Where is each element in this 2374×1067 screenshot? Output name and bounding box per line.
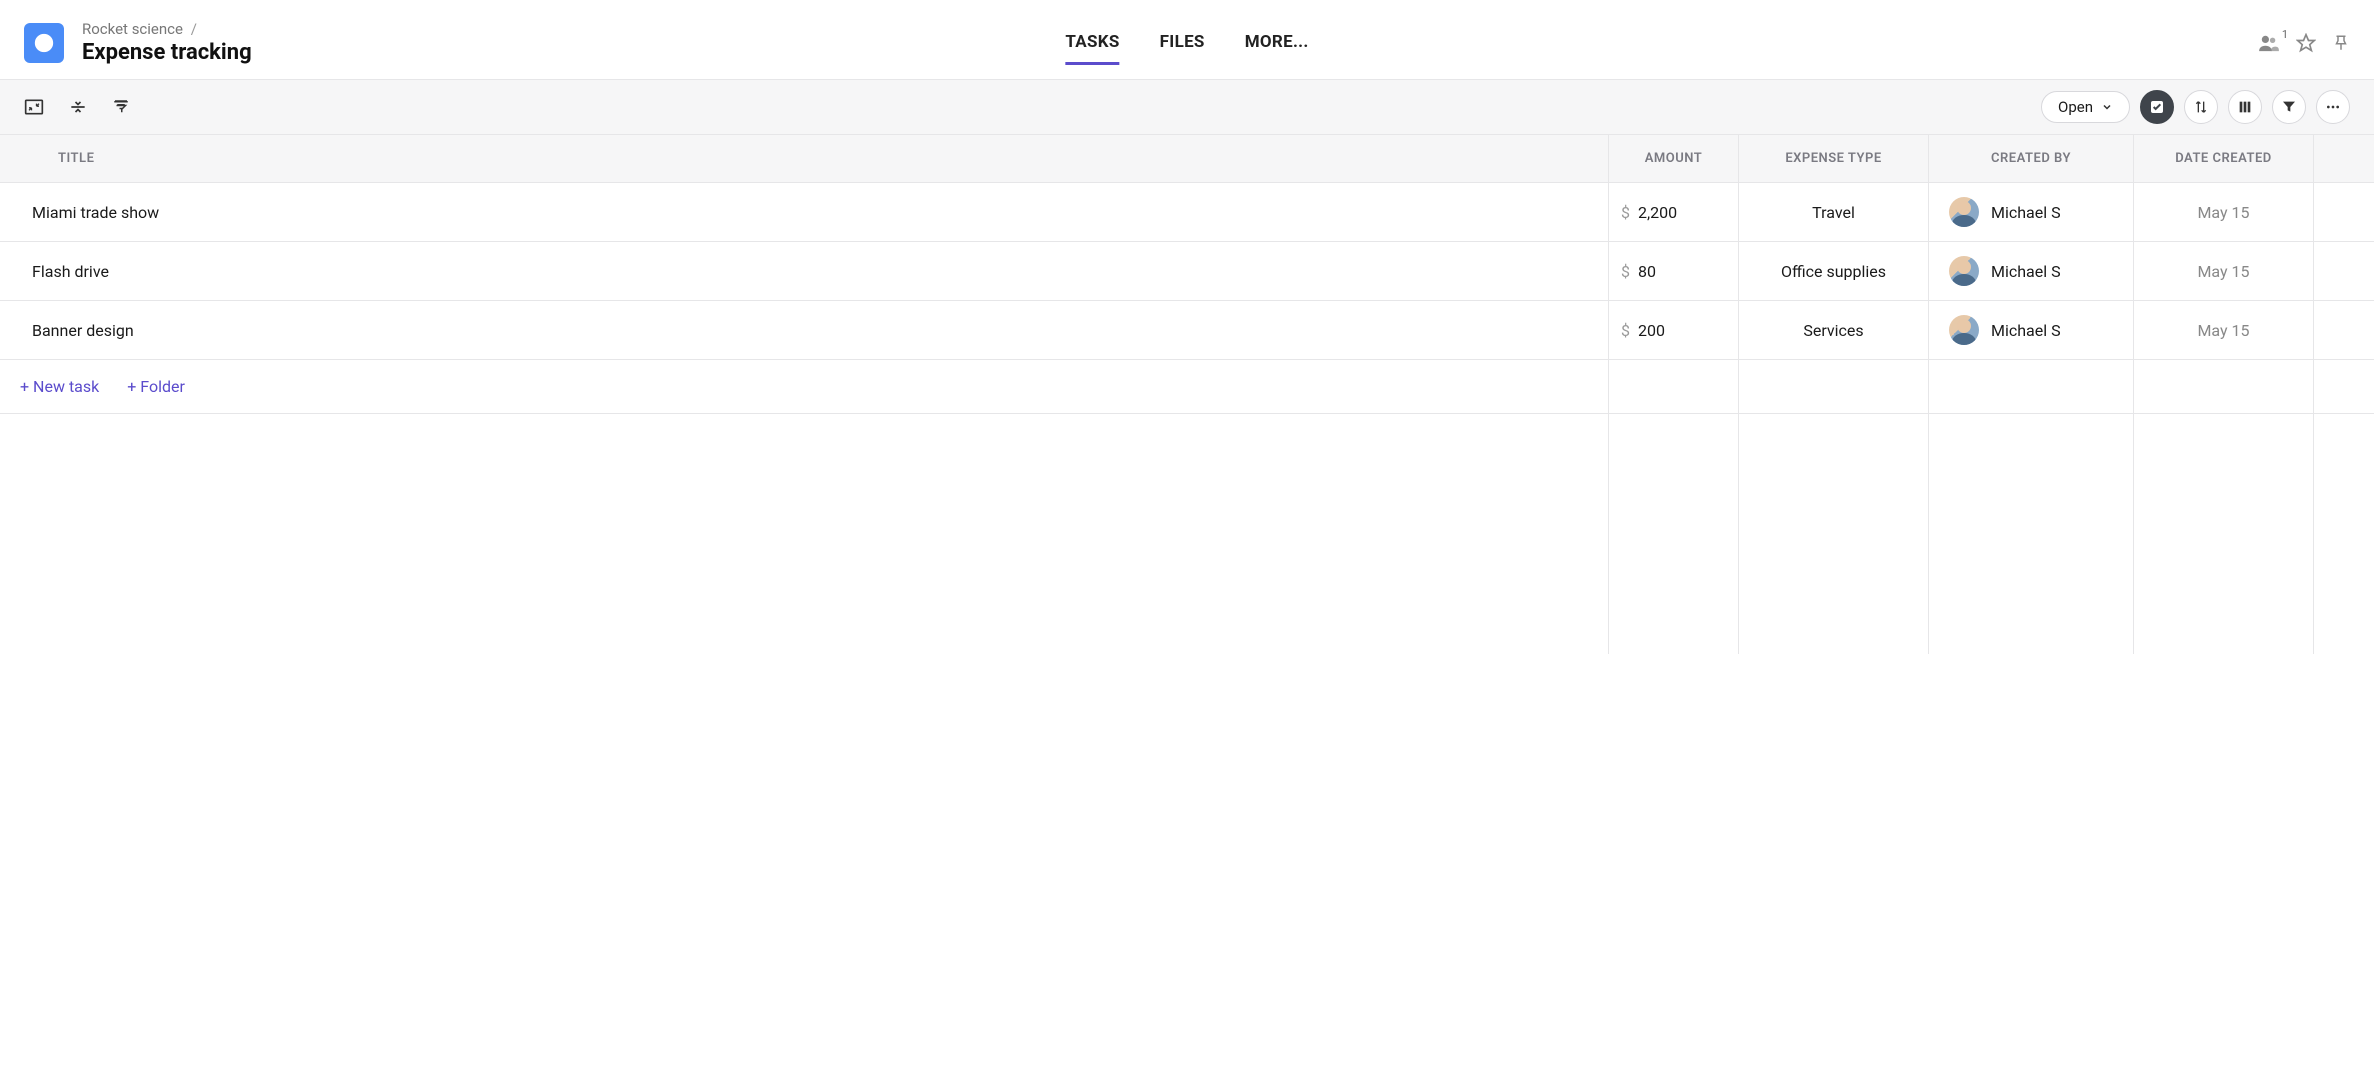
creator-name: Michael S (1991, 262, 2061, 281)
avatar (1949, 256, 1979, 286)
cell-created-by[interactable]: Michael S (1929, 301, 2134, 359)
breadcrumb-separator: / (191, 20, 197, 38)
col-amount[interactable]: AMOUNT (1609, 135, 1739, 182)
checkbox-toggle-icon[interactable] (2140, 90, 2174, 124)
tab-more[interactable]: MORE... (1245, 32, 1309, 65)
people-count: 1 (2282, 28, 2288, 41)
header: $ Rocket science / Expense tracking TASK… (0, 0, 2374, 79)
col-spacer (2314, 135, 2374, 182)
cell-expense-type[interactable]: Office supplies (1739, 242, 1929, 300)
share-people-icon[interactable]: 1 (2258, 34, 2280, 52)
dollar-icon: $ (33, 32, 55, 54)
page-title: Expense tracking (82, 40, 252, 65)
col-expense-type[interactable]: EXPENSE TYPE (1739, 135, 1929, 182)
table-row[interactable]: Flash drive $80 Office supplies Michael … (0, 242, 2374, 301)
add-spacer (2134, 360, 2314, 413)
add-spacer (1739, 360, 1929, 413)
currency-symbol: $ (1621, 262, 1630, 281)
cell-spacer (2314, 242, 2374, 300)
cell-amount[interactable]: $200 (1609, 301, 1739, 359)
cell-spacer (2314, 301, 2374, 359)
more-icon[interactable] (2316, 90, 2350, 124)
table-header: TITLE AMOUNT EXPENSE TYPE CREATED BY DAT… (0, 135, 2374, 183)
col-date-created[interactable]: DATE CREATED (2134, 135, 2314, 182)
tab-files[interactable]: FILES (1160, 32, 1205, 65)
col-created-by[interactable]: CREATED BY (1929, 135, 2134, 182)
avatar (1949, 197, 1979, 227)
star-icon[interactable] (2296, 33, 2316, 53)
cell-title[interactable]: Miami trade show (0, 183, 1609, 241)
cell-spacer (2314, 183, 2374, 241)
add-spacer (2314, 360, 2374, 413)
amount-value: 80 (1638, 262, 1656, 281)
cell-date-created: May 15 (2134, 183, 2314, 241)
table-row[interactable]: Miami trade show $2,200 Travel Michael S… (0, 183, 2374, 242)
people-icon (2258, 34, 2280, 52)
collapse-rows-icon[interactable] (68, 98, 88, 116)
status-filter-label: Open (2058, 98, 2093, 116)
new-task-button[interactable]: + New task (20, 377, 99, 396)
dollar-folder-icon: $ (24, 23, 64, 63)
cell-date-created: May 15 (2134, 242, 2314, 300)
nav-tabs: TASKS FILES MORE... (1065, 32, 1308, 65)
chevron-down-icon (2101, 101, 2113, 113)
currency-symbol: $ (1621, 203, 1630, 222)
toolbar-right: Open (2041, 90, 2350, 124)
creator-name: Michael S (1991, 203, 2061, 222)
cell-created-by[interactable]: Michael S (1929, 183, 2134, 241)
cell-amount[interactable]: $2,200 (1609, 183, 1739, 241)
table-background (0, 414, 2374, 654)
task-table: TITLE AMOUNT EXPENSE TYPE CREATED BY DAT… (0, 135, 2374, 654)
title-block: Rocket science / Expense tracking (82, 20, 252, 65)
pin-icon[interactable] (2332, 33, 2350, 53)
cell-date-created: May 15 (2134, 301, 2314, 359)
cell-expense-type[interactable]: Services (1739, 301, 1929, 359)
toolbar: Open (0, 79, 2374, 135)
filter-rows-icon[interactable] (112, 98, 130, 116)
filter-icon[interactable] (2272, 90, 2306, 124)
add-spacer (1609, 360, 1739, 413)
tab-tasks[interactable]: TASKS (1065, 32, 1119, 65)
breadcrumb[interactable]: Rocket science / (82, 20, 252, 38)
amount-value: 200 (1638, 321, 1665, 340)
add-links: + New task + Folder (0, 360, 1609, 413)
add-spacer (1929, 360, 2134, 413)
amount-value: 2,200 (1638, 203, 1677, 222)
add-row: + New task + Folder (0, 360, 2374, 414)
col-title[interactable]: TITLE (0, 135, 1609, 182)
sort-icon[interactable] (2184, 90, 2218, 124)
creator-name: Michael S (1991, 321, 2061, 340)
table-row[interactable]: Banner design $200 Services Michael S Ma… (0, 301, 2374, 360)
cell-title[interactable]: Flash drive (0, 242, 1609, 300)
breadcrumb-parent[interactable]: Rocket science (82, 20, 183, 38)
cell-title[interactable]: Banner design (0, 301, 1609, 359)
header-actions: 1 (2258, 33, 2350, 53)
avatar (1949, 315, 1979, 345)
cell-created-by[interactable]: Michael S (1929, 242, 2134, 300)
expand-icon[interactable] (24, 98, 44, 116)
currency-symbol: $ (1621, 321, 1630, 340)
svg-text:$: $ (41, 36, 48, 50)
status-filter-dropdown[interactable]: Open (2041, 91, 2130, 123)
columns-icon[interactable] (2228, 90, 2262, 124)
cell-amount[interactable]: $80 (1609, 242, 1739, 300)
toolbar-left (24, 98, 130, 116)
cell-expense-type[interactable]: Travel (1739, 183, 1929, 241)
new-folder-button[interactable]: + Folder (127, 377, 185, 396)
